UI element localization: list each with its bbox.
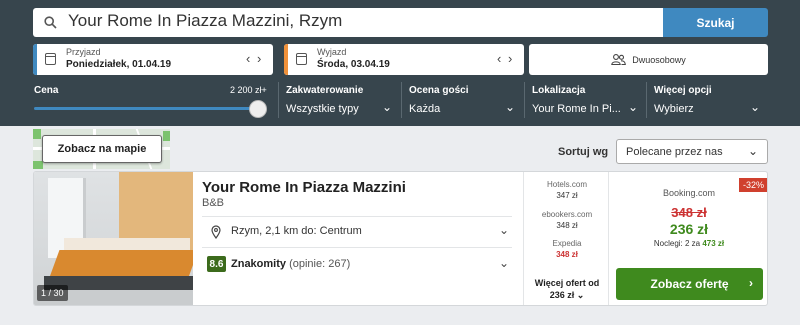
accommodation-filter-value[interactable]: Wszystkie typy: [286, 103, 359, 115]
rating-summary: Znakomity (opinie: 267): [231, 258, 350, 270]
comparison-site[interactable]: ebookers.com: [524, 210, 610, 219]
checkin-label: Przyjazd: [66, 47, 101, 57]
nights-total: Noclegi: 2 za 473 zł: [653, 239, 725, 248]
chevron-down-icon[interactable]: ⌄: [499, 256, 509, 270]
deal-site: Booking.com: [662, 188, 716, 198]
checkout-label: Wyjazd: [317, 47, 347, 57]
divider: [202, 216, 512, 217]
search-header: Your Rome In Piazza Mazzini, Rzym Szukaj…: [0, 0, 800, 126]
view-offer-button[interactable]: Zobacz ofertę ›: [616, 268, 763, 300]
chevron-down-icon: ⌄: [747, 144, 758, 158]
more-options-label: Więcej opcji: [654, 85, 712, 96]
calendar-icon: [296, 53, 307, 65]
old-price: 348 zł: [671, 205, 707, 220]
price-slider-track[interactable]: [34, 107, 260, 110]
review-count: (opinie: 267): [289, 258, 351, 270]
search-input[interactable]: Your Rome In Piazza Mazzini, Rzym: [33, 8, 663, 37]
checkin-prev-icon[interactable]: ‹: [246, 51, 250, 66]
guests-label: Dwuosobowy: [632, 54, 686, 65]
checkout-next-icon[interactable]: ›: [508, 51, 512, 66]
chevron-down-icon: ⌄: [576, 290, 585, 300]
checkout-field[interactable]: Wyjazd Środa, 03.04.19 ‹ ›: [284, 44, 524, 75]
sort-label: Sortuj wg: [558, 146, 609, 158]
more-offers-price: 236 zł ⌄: [549, 290, 585, 300]
search-icon: [44, 16, 57, 29]
map-park: [33, 129, 41, 139]
view-offer-label: Zobacz ofertę: [650, 277, 729, 291]
price-max-value: 2 200 zł+: [230, 85, 267, 95]
accommodation-filter-label: Zakwaterowanie: [286, 85, 364, 96]
view-map-button[interactable]: Zobacz na mapie: [42, 135, 162, 163]
rating-word: Znakomity: [231, 258, 287, 270]
map-park: [163, 131, 170, 141]
rating-filter-label: Ocena gości: [409, 85, 469, 96]
divider: [202, 247, 512, 248]
chevron-down-icon[interactable]: ⌄: [628, 100, 638, 114]
sort-value: Polecane przez nas: [626, 146, 723, 158]
new-price: 236 zł: [669, 221, 709, 237]
filter-divider: [401, 82, 402, 118]
more-offers-text: Więcej ofert od: [534, 278, 600, 288]
search-query: Your Rome In Piazza Mazzini, Rzym: [68, 11, 343, 30]
photo-counter: 1 / 30: [37, 285, 68, 301]
map-pin-icon: [211, 225, 221, 239]
comparison-site[interactable]: Hotels.com: [524, 180, 610, 189]
chevron-down-icon[interactable]: ⌄: [499, 223, 509, 237]
location-filter-label: Lokalizacja: [532, 85, 586, 96]
filter-divider: [278, 82, 279, 118]
comparison-price: 347 zł: [556, 191, 578, 200]
search-button[interactable]: Szukaj: [663, 8, 768, 37]
best-deal: -32% Booking.com 348 zł 236 zł Noclegi: …: [610, 172, 767, 305]
guests-selector[interactable]: Dwuosobowy: [529, 44, 768, 75]
chevron-down-icon[interactable]: ⌄: [505, 100, 515, 114]
checkin-field[interactable]: Przyjazd Poniedziałek, 01.04.19 ‹ ›: [33, 44, 273, 75]
chevron-down-icon[interactable]: ⌄: [382, 100, 392, 114]
map-park: [33, 161, 43, 169]
more-options-value[interactable]: Wybierz: [654, 103, 694, 115]
sort-select[interactable]: Polecane przez nas ⌄: [616, 139, 768, 164]
comparison-price: 348 zł: [556, 250, 578, 259]
hotel-photo[interactable]: 1 / 30: [34, 172, 193, 305]
users-icon: [611, 54, 627, 65]
hotel-location: Rzym, 2,1 km do: Centrum: [231, 225, 362, 237]
price-comparison: Hotels.com 347 zł ebookers.com 348 zł Ex…: [523, 172, 609, 305]
hotel-name[interactable]: Your Rome In Piazza Mazzini: [202, 179, 406, 196]
filter-divider: [646, 82, 647, 118]
calendar-icon: [45, 53, 56, 65]
filter-divider: [524, 82, 525, 118]
hotel-card: 1 / 30 Your Rome In Piazza Mazzini B&B R…: [33, 171, 768, 306]
checkout-prev-icon[interactable]: ‹: [497, 51, 501, 66]
chevron-down-icon[interactable]: ⌄: [750, 100, 760, 114]
checkin-value: Poniedziałek, 01.04.19: [66, 59, 172, 70]
checkout-value: Środa, 03.04.19: [317, 59, 390, 70]
rating-filter-value[interactable]: Każda: [409, 103, 440, 115]
hotel-type: B&B: [202, 197, 225, 209]
checkin-next-icon[interactable]: ›: [257, 51, 261, 66]
checkin-stripe: [33, 44, 37, 75]
comparison-price: 348 zł: [556, 221, 578, 230]
checkout-stripe: [284, 44, 288, 75]
comparison-site[interactable]: Expedia: [524, 239, 610, 248]
location-filter-value[interactable]: Your Rome In Pi...: [532, 103, 621, 115]
price-slider-handle[interactable]: [249, 100, 267, 118]
chevron-right-icon: ›: [749, 276, 753, 290]
price-filter-label: Cena: [34, 85, 59, 96]
more-offers-link[interactable]: Więcej ofert od 236 zł ⌄: [524, 277, 610, 301]
rating-score-badge: 8.6: [207, 256, 226, 272]
